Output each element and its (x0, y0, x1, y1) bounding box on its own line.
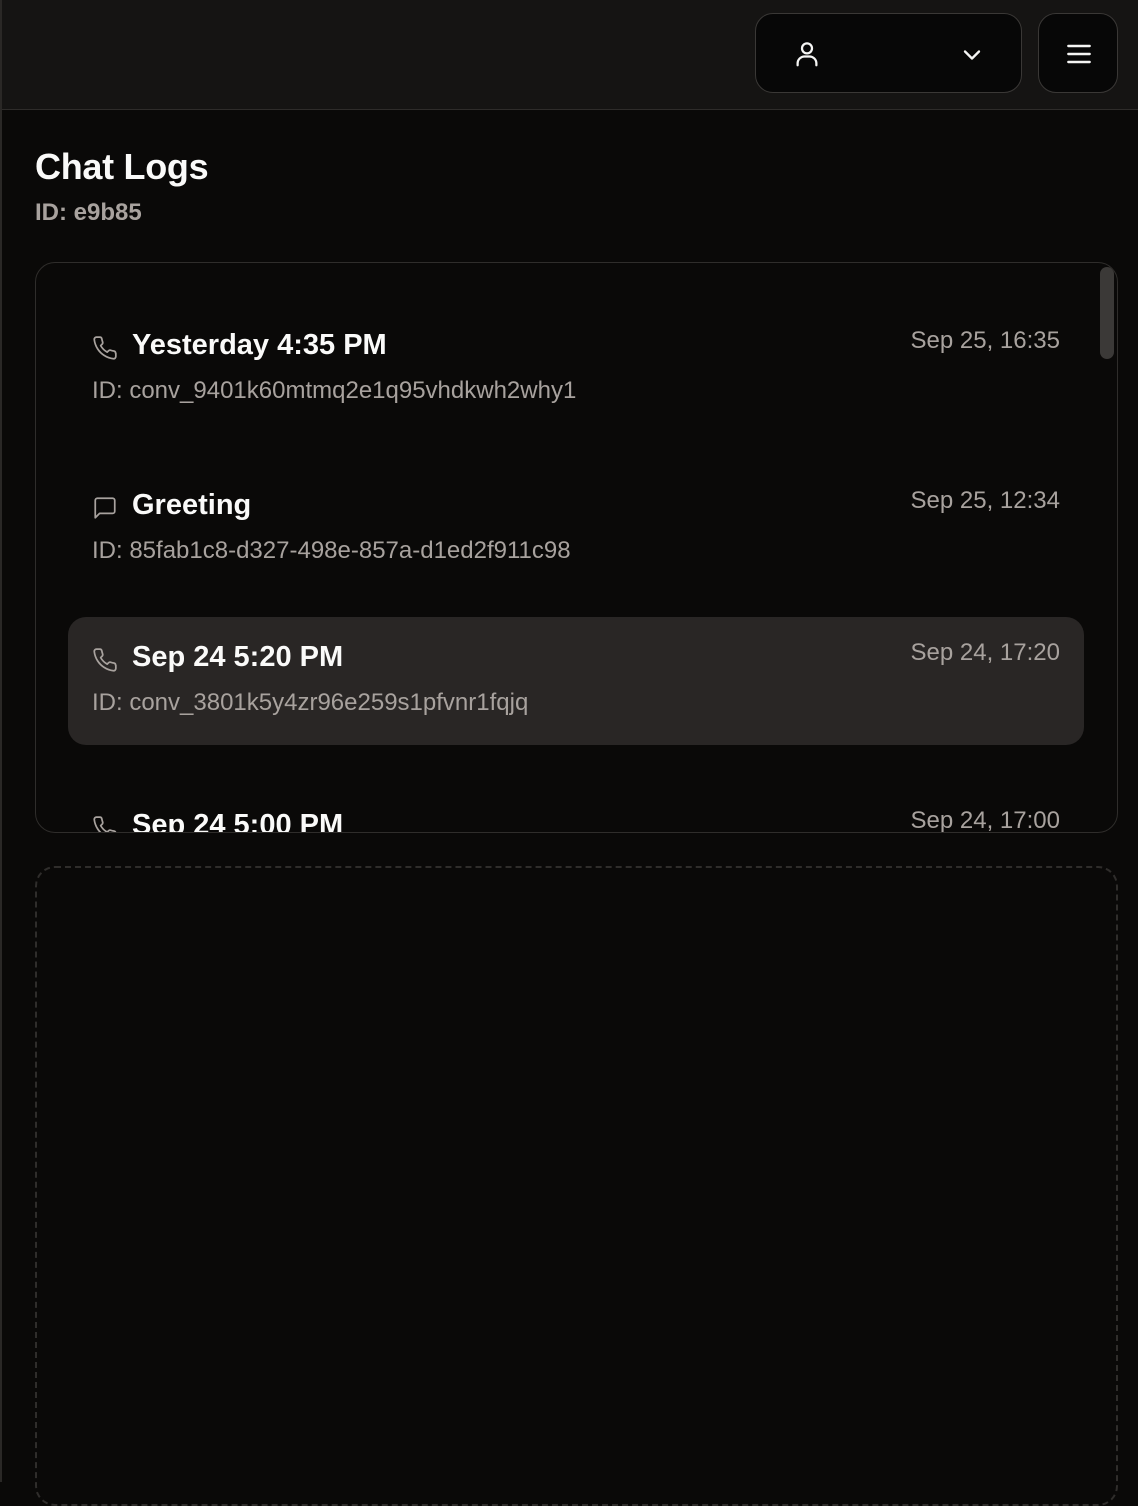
user-icon (796, 42, 818, 67)
phone-icon (93, 648, 117, 672)
chat-log-item-selected[interactable]: Sep 24 5:20 PM ID: conv_3801k5y4zr96e259… (68, 617, 1084, 745)
conversation-detail-placeholder (35, 866, 1118, 1506)
chat-log-title: Greeting (132, 489, 252, 521)
chat-log-list[interactable]: Yesterday 4:35 PM ID: conv_9401k60mtmq2e… (35, 262, 1118, 833)
top-bar (2, 0, 1138, 110)
page-title: Chat Logs (35, 146, 209, 187)
page-subtitle-id: ID: e9b85 (35, 199, 142, 226)
chat-log-title: Sep 24 5:20 PM (132, 641, 344, 673)
account-selector[interactable] (755, 13, 1022, 93)
chat-log-item[interactable]: Yesterday 4:35 PM ID: conv_9401k60mtmq2e… (68, 305, 1084, 433)
message-icon (94, 497, 116, 519)
chat-log-id: ID: conv_9401k60mtmq2e1q95vhdkwh2why1 (92, 377, 577, 404)
hamburger-menu-icon (1067, 44, 1091, 64)
phone-icon (93, 816, 117, 832)
chat-log-title: Sep 24 5:00 PM (132, 809, 344, 833)
chat-log-timestamp: Sep 25, 16:35 (910, 327, 1060, 354)
chat-log-title: Yesterday 4:35 PM (132, 329, 387, 361)
chat-log-id: ID: conv_3801k5y4zr96e259s1pfvnr1fqjq (92, 689, 529, 716)
chat-log-timestamp: Sep 24, 17:20 (910, 639, 1060, 666)
chevron-down-icon (963, 50, 981, 60)
app-frame: Chat Logs ID: e9b85 Yesterday 4:35 PM ID… (0, 0, 1138, 1506)
chat-log-id: ID: 85fab1c8-d327-498e-857a-d1ed2f911c98 (92, 537, 571, 564)
scrollbar-thumb[interactable] (1100, 267, 1114, 359)
menu-button[interactable] (1038, 13, 1118, 93)
chat-log-item[interactable]: Sep 24 5:00 PM Sep 24, 17:00 (68, 785, 1084, 833)
chat-log-timestamp: Sep 24, 17:00 (910, 807, 1060, 833)
chat-log-item[interactable]: Greeting ID: 85fab1c8-d327-498e-857a-d1e… (68, 465, 1084, 593)
chat-log-timestamp: Sep 25, 12:34 (910, 487, 1060, 514)
phone-icon (93, 336, 117, 360)
